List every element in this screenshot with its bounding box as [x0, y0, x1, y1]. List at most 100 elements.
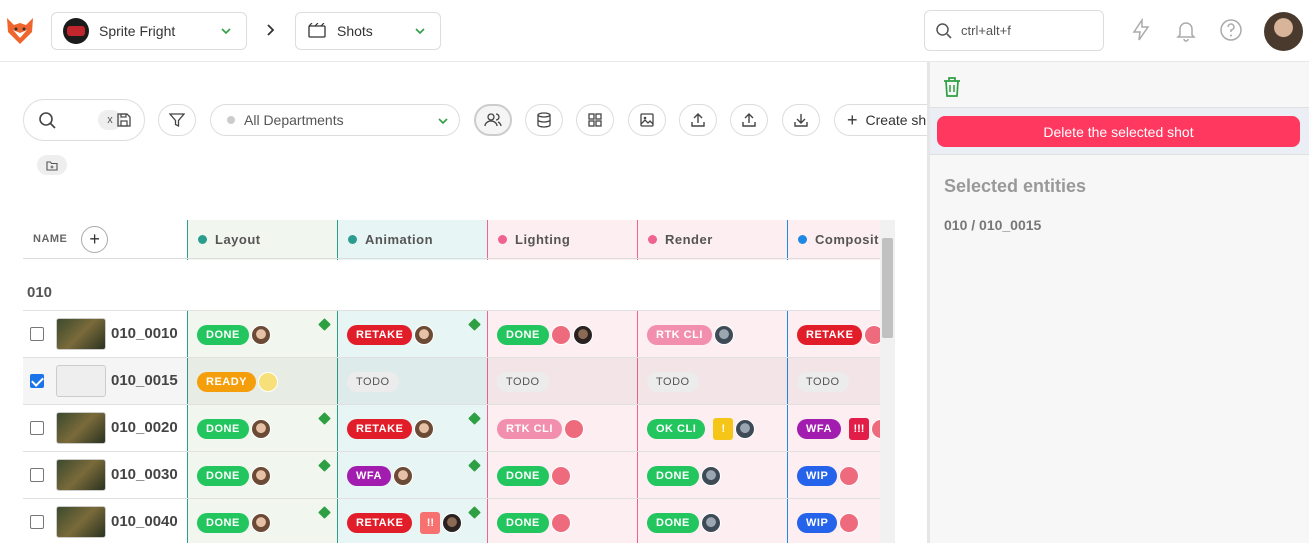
task-status-cell[interactable]: WFA [337, 452, 487, 499]
filter-button[interactable] [158, 104, 196, 136]
kitsu-fox-logo-icon[interactable] [5, 14, 35, 46]
status-badge[interactable]: RETAKE [797, 324, 863, 345]
assignee-avatar[interactable] [414, 418, 435, 439]
task-status-cell[interactable]: DONE [187, 452, 337, 499]
export-button[interactable] [782, 104, 820, 136]
status-badge[interactable]: RETAKE [347, 418, 413, 439]
assignee-avatar[interactable] [392, 465, 413, 486]
shot-thumbnail[interactable] [56, 365, 106, 397]
task-status-cell[interactable]: RTK CLI [487, 405, 637, 452]
preview-file-icon[interactable] [318, 318, 331, 331]
status-badge[interactable]: WIP [797, 465, 838, 486]
status-badge[interactable]: WIP [797, 512, 838, 533]
preview-file-icon[interactable] [468, 506, 481, 519]
column-header-composit[interactable]: Composit [787, 220, 880, 259]
save-search-icon[interactable] [116, 112, 132, 128]
import-edl-button[interactable] [730, 104, 768, 136]
table-row[interactable]: 010_0040 DONE RETAKE!! DONE DONE WIP [23, 498, 880, 543]
assignee-avatar[interactable] [870, 418, 880, 439]
status-badge[interactable]: DONE [197, 324, 249, 345]
preview-file-icon[interactable] [318, 459, 331, 472]
task-status-cell[interactable]: RETAKE!! [337, 499, 487, 543]
assignee-avatar[interactable] [839, 512, 860, 533]
assignee-avatar[interactable] [700, 512, 721, 533]
status-badge[interactable]: READY [197, 371, 257, 392]
assignee-avatar[interactable] [700, 465, 721, 486]
status-badge[interactable]: DONE [497, 324, 549, 345]
add-thumbnails-button[interactable] [628, 104, 666, 136]
department-filter-select[interactable]: All Departments [210, 104, 460, 136]
assignee-avatar[interactable] [550, 512, 571, 533]
preview-file-icon[interactable] [318, 412, 331, 425]
assignee-avatar[interactable] [250, 512, 271, 533]
status-badge[interactable]: WFA [347, 465, 391, 486]
shot-search-input[interactable]: x [23, 99, 145, 141]
table-row[interactable]: 010_0015 READY TODO TODO TODO TODO [23, 357, 880, 404]
trash-icon[interactable] [942, 76, 962, 98]
assignee-avatar[interactable] [250, 418, 271, 439]
assignee-avatar[interactable] [550, 324, 571, 345]
status-badge[interactable]: TODO [347, 371, 399, 392]
task-status-cell[interactable]: READY [187, 358, 337, 405]
preview-file-icon[interactable] [468, 459, 481, 472]
row-checkbox[interactable] [30, 374, 44, 388]
column-header-render[interactable]: Render [637, 220, 787, 259]
saved-search-folder-chip[interactable] [37, 155, 67, 175]
shot-name[interactable]: 010_0040 [111, 513, 178, 530]
table-scrollbar[interactable] [880, 220, 895, 543]
status-badge[interactable]: DONE [497, 465, 549, 486]
row-checkbox[interactable] [30, 468, 44, 482]
column-header-layout[interactable]: Layout [187, 220, 337, 259]
delete-selected-shot-button[interactable]: Delete the selected shot [937, 116, 1300, 147]
row-checkbox[interactable] [30, 515, 44, 529]
user-avatar[interactable] [1264, 12, 1303, 51]
task-status-cell[interactable]: WFA!!! [787, 405, 880, 452]
lightning-icon[interactable] [1129, 18, 1153, 42]
preview-file-icon[interactable] [468, 318, 481, 331]
section-selector[interactable]: Shots [295, 12, 441, 50]
assignee-avatar[interactable] [250, 324, 271, 345]
status-badge[interactable]: OK CLI [647, 418, 706, 439]
big-thumbnails-button[interactable] [576, 104, 614, 136]
assignee-avatar[interactable] [250, 465, 271, 486]
table-row[interactable]: 010_0010 DONE RETAKE DONE RTK CLI RETAKE [23, 310, 880, 357]
task-status-cell[interactable]: RETAKE [337, 405, 487, 452]
task-status-cell[interactable]: WIP [787, 452, 880, 499]
preview-file-icon[interactable] [318, 506, 331, 519]
status-badge[interactable]: WFA [797, 418, 841, 439]
show-assignments-button[interactable] [474, 104, 512, 136]
shot-thumbnail[interactable] [56, 506, 106, 538]
status-badge[interactable]: DONE [647, 465, 699, 486]
task-status-cell[interactable]: RETAKE [787, 311, 880, 358]
assignee-avatar[interactable] [550, 465, 571, 486]
task-status-cell[interactable]: DONE [637, 452, 787, 499]
shot-name[interactable]: 010_0020 [111, 419, 178, 436]
task-status-cell[interactable]: DONE [187, 499, 337, 543]
task-status-cell[interactable]: DONE [187, 405, 337, 452]
shot-thumbnail[interactable] [56, 412, 106, 444]
task-status-cell[interactable]: DONE [487, 452, 637, 499]
show-infos-button[interactable] [525, 104, 563, 136]
status-badge[interactable]: DONE [197, 512, 249, 533]
assignee-avatar[interactable] [258, 371, 279, 392]
row-checkbox[interactable] [30, 421, 44, 435]
task-status-cell[interactable]: TODO [487, 358, 637, 405]
table-row[interactable]: 010_0020 DONE RETAKE RTK CLI OK CLI! WFA!!! [23, 404, 880, 451]
preview-file-icon[interactable] [468, 412, 481, 425]
row-checkbox[interactable] [30, 327, 44, 341]
task-status-cell[interactable]: WIP [787, 499, 880, 543]
task-status-cell[interactable]: DONE [637, 499, 787, 543]
bell-icon[interactable] [1174, 18, 1198, 42]
status-badge[interactable]: DONE [647, 512, 699, 533]
task-status-cell[interactable]: TODO [787, 358, 880, 405]
assignee-avatar[interactable] [572, 324, 593, 345]
import-button[interactable] [679, 104, 717, 136]
status-badge[interactable]: RTK CLI [647, 324, 712, 345]
status-badge[interactable]: TODO [647, 371, 699, 392]
production-selector[interactable]: Sprite Fright [51, 12, 247, 50]
assignee-avatar[interactable] [839, 465, 860, 486]
task-status-cell[interactable]: TODO [637, 358, 787, 405]
shot-name[interactable]: 010_0030 [111, 466, 178, 483]
help-icon[interactable] [1219, 18, 1243, 42]
status-badge[interactable]: TODO [497, 371, 549, 392]
